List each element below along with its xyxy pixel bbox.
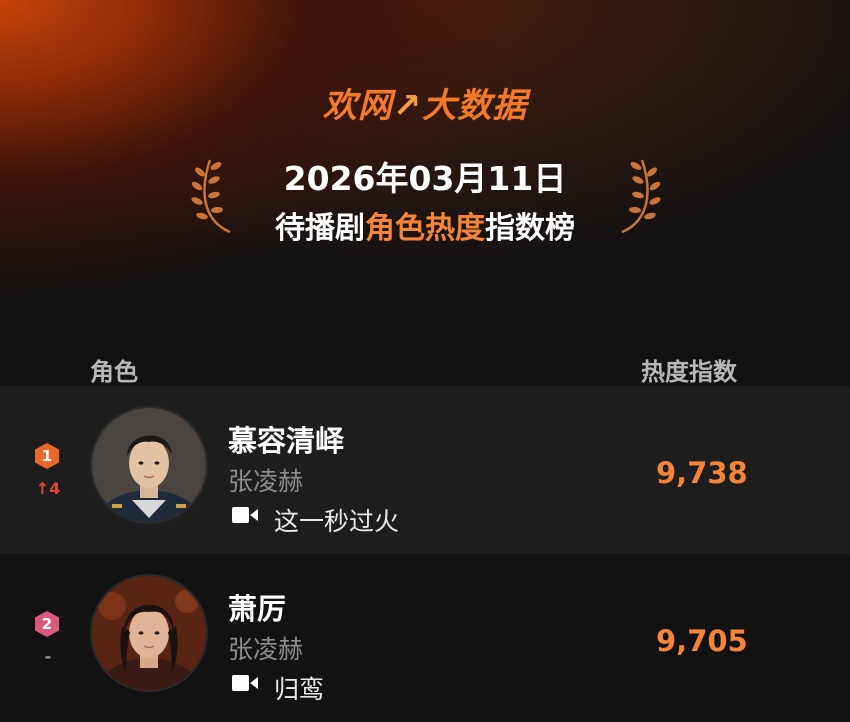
column-header-role: 角色 — [90, 358, 138, 386]
rank-number: 1 — [41, 447, 53, 465]
rank-badge: 1 — [33, 442, 61, 470]
page-title: 待播剧角色热度指数榜 — [0, 203, 850, 247]
brand-name: 欢网 — [322, 86, 393, 126]
brand-logo: 欢网↗大数据 — [0, 78, 850, 127]
avatar[interactable] — [90, 574, 208, 692]
rank-change: - — [44, 647, 52, 666]
character-name: 慕容清峄 — [228, 424, 345, 458]
ranking-row[interactable]: 1 ↑4 慕容清峄 张凌赫 这一秒过火 9,738 — [0, 386, 850, 554]
actor-portrait-icon — [92, 408, 206, 522]
actor-name: 张凌赫 — [228, 635, 304, 664]
actor-name: 张凌赫 — [228, 467, 304, 496]
rank-number: 2 — [41, 615, 53, 633]
video-camera-icon — [232, 507, 258, 523]
drama-name: 这一秒过火 — [274, 507, 400, 536]
video-camera-icon — [232, 675, 258, 691]
laurel-right-icon — [621, 159, 661, 234]
title-highlight: 角色热度 — [365, 211, 485, 246]
drama-name: 归鸾 — [274, 675, 325, 704]
brand-arrow-icon: ↗ — [392, 86, 423, 126]
ranking-row[interactable]: 2 - 萧厉 张凌赫 归鸾 9,705 — [0, 554, 850, 722]
brand-suffix: 大数据 — [422, 86, 528, 126]
actor-portrait-icon — [92, 576, 206, 690]
rank-badge: 2 — [33, 610, 61, 638]
heat-score: 9,705 — [656, 624, 748, 658]
title-suffix: 指数榜 — [485, 211, 575, 246]
title-prefix: 待播剧 — [275, 211, 365, 246]
column-header-heat: 热度指数 — [641, 358, 737, 386]
report-date: 2026年03月11日 — [283, 159, 567, 198]
rank-change: ↑4 — [35, 479, 61, 498]
character-name: 萧厉 — [228, 592, 287, 626]
heat-score: 9,738 — [656, 456, 748, 490]
header: 欢网↗大数据 2026年03月11日 待播剧角色热度指数榜 — [0, 0, 850, 380]
avatar[interactable] — [90, 406, 208, 524]
